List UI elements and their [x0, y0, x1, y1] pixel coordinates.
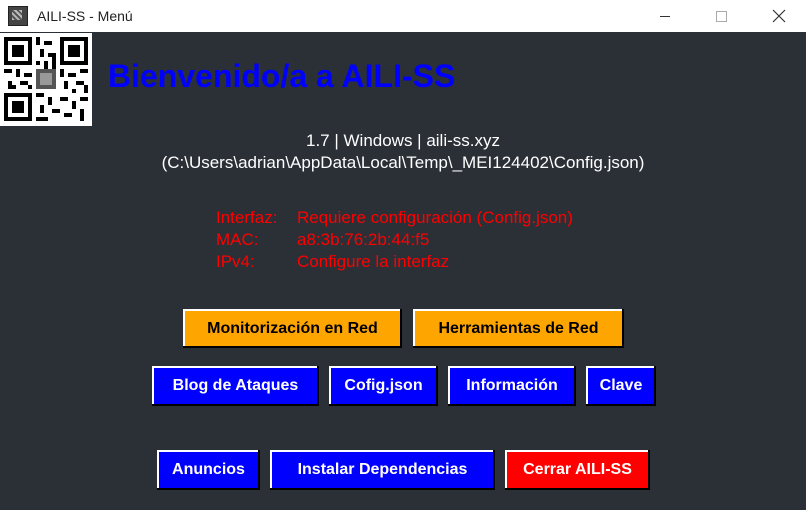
- welcome-heading: Bienvenido/a a AILI-SS: [108, 58, 456, 94]
- ipv4-value: Configure la interfaz: [297, 252, 450, 271]
- maximize-icon[interactable]: [698, 0, 744, 32]
- qr-code-icon: [0, 33, 92, 126]
- interface-label: Interfaz:: [216, 208, 278, 227]
- app-icon: [8, 6, 28, 26]
- close-icon[interactable]: [756, 0, 802, 32]
- config-json-button[interactable]: Cofig.json: [329, 366, 438, 406]
- install-dependencies-button[interactable]: Instalar Dependencias: [270, 450, 495, 490]
- title-bar: AILI-SS - Menú: [0, 0, 806, 32]
- window-title: AILI-SS - Menú: [37, 8, 133, 24]
- ads-button[interactable]: Anuncios: [157, 450, 260, 490]
- network-tools-button[interactable]: Herramientas de Red: [413, 309, 624, 348]
- mac-label: MAC:: [216, 230, 259, 249]
- version-line: 1.7 | Windows | aili-ss.xyz: [306, 131, 500, 150]
- attack-blog-button[interactable]: Blog de Ataques: [152, 366, 319, 406]
- network-monitoring-button[interactable]: Monitorización en Red: [183, 309, 402, 348]
- information-button[interactable]: Información: [448, 366, 576, 406]
- config-path: (C:\Users\adrian\AppData\Local\Temp\_MEI…: [161, 153, 645, 172]
- minimize-icon[interactable]: [642, 0, 688, 32]
- ipv4-label: IPv4:: [216, 252, 255, 271]
- interface-value: Requiere configuración (Config.json): [297, 208, 573, 227]
- key-button[interactable]: Clave: [586, 366, 656, 406]
- close-aili-ss-button[interactable]: Cerrar AILI-SS: [505, 450, 650, 490]
- mac-value: a8:3b:76:2b:44:f5: [297, 230, 430, 249]
